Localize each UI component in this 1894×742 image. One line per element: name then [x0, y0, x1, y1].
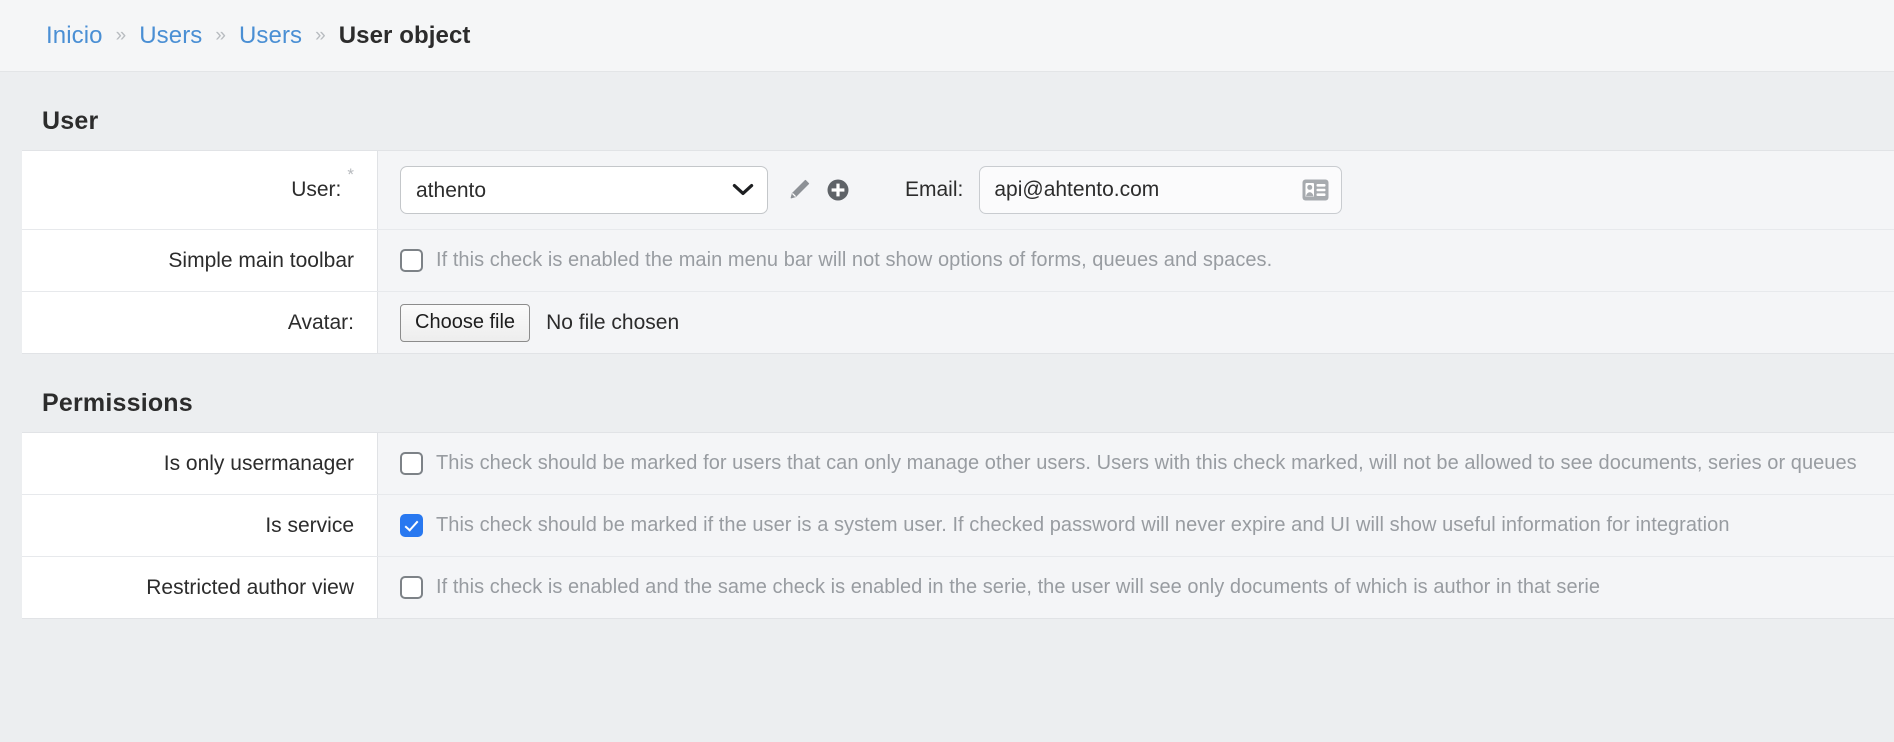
- page-content: User User: * athento Email: api@ahtento.…: [0, 72, 1894, 619]
- add-user-button[interactable]: [826, 178, 850, 202]
- email-field-wrapper: [979, 166, 1343, 214]
- form-row-avatar: Avatar: Choose file No file chosen: [22, 292, 1894, 353]
- form-control-is-service: This check should be marked if the user …: [378, 495, 1894, 556]
- form-control-user: athento Email: api@ahtento.com: [378, 151, 1894, 229]
- checkbox-restricted-author-view[interactable]: [400, 576, 423, 599]
- form-control-simple-main-toolbar: If this check is enabled the main menu b…: [378, 230, 1894, 291]
- form-label-avatar-text: Avatar:: [287, 310, 354, 334]
- form-row-is-service: Is service This check should be marked i…: [22, 495, 1894, 557]
- breadcrumb-item-users-1[interactable]: Users: [139, 22, 202, 50]
- contact-card-icon[interactable]: [1302, 179, 1329, 201]
- plus-circle-icon: [826, 178, 850, 202]
- edit-user-button[interactable]: [786, 177, 812, 203]
- pencil-icon: [786, 177, 812, 203]
- breadcrumb-separator: »: [115, 25, 127, 46]
- help-text-simple-main-toolbar: If this check is enabled the main menu b…: [436, 249, 1273, 271]
- breadcrumb-separator: »: [215, 25, 226, 46]
- form-label-is-service: Is service: [22, 495, 378, 556]
- checkbox-line: If this check is enabled and the same ch…: [400, 576, 1600, 599]
- section-title-permissions: Permissions: [42, 389, 193, 417]
- checkbox-is-service[interactable]: [400, 514, 423, 537]
- checkbox-line: If this check is enabled the main menu b…: [400, 249, 1272, 272]
- form-label-avatar: Avatar:: [22, 292, 378, 353]
- breadcrumb-item-users-2[interactable]: Users: [239, 22, 302, 50]
- form-label-user: User: *: [22, 151, 378, 229]
- form-label-user-text: User:: [291, 178, 342, 201]
- help-text-is-service: This check should be marked if the user …: [436, 514, 1730, 536]
- checkbox-line: This check should be marked for users th…: [400, 452, 1857, 475]
- help-text-is-only-usermanager: This check should be marked for users th…: [436, 452, 1857, 474]
- form-control-avatar: Choose file No file chosen: [378, 292, 1894, 353]
- breadcrumb: Inicio » Users » Users » User object: [0, 0, 1894, 72]
- permissions-panel: Is only usermanager This check should be…: [22, 432, 1894, 619]
- breadcrumb-item-inicio[interactable]: Inicio: [46, 22, 103, 50]
- file-status-text: No file chosen: [546, 310, 680, 334]
- form-label-is-only-usermanager: Is only usermanager: [22, 433, 378, 494]
- form-row-simple-main-toolbar: Simple main toolbar If this check is ena…: [22, 230, 1894, 292]
- form-label-restricted-author-view-text: Restricted author view: [146, 575, 354, 599]
- form-label-is-only-usermanager-text: Is only usermanager: [163, 451, 354, 475]
- section-title-user: User: [42, 107, 99, 135]
- form-control-is-only-usermanager: This check should be marked for users th…: [378, 433, 1894, 494]
- form-row-user: User: * athento Email: api@ahtento.com: [22, 151, 1894, 230]
- form-label-restricted-author-view: Restricted author view: [22, 557, 378, 618]
- help-text-restricted-author-view: If this check is enabled and the same ch…: [436, 576, 1600, 598]
- form-label-simple-main-toolbar: Simple main toolbar: [22, 230, 378, 291]
- breadcrumb-item-current: User object: [338, 21, 471, 49]
- email-field[interactable]: [979, 166, 1343, 214]
- email-label: Email:: [905, 178, 964, 201]
- form-row-restricted-author-view: Restricted author view If this check is …: [22, 557, 1894, 618]
- breadcrumb-separator: »: [315, 25, 326, 46]
- user-select[interactable]: athento: [400, 166, 768, 214]
- user-select-wrapper: athento: [400, 166, 768, 214]
- file-input-row: Choose file No file chosen: [400, 303, 680, 342]
- form-label-is-service-text: Is service: [265, 513, 354, 537]
- user-panel: User: * athento Email: api@ahtento.com S…: [22, 150, 1894, 354]
- checkbox-is-only-usermanager[interactable]: [400, 452, 423, 475]
- checkbox-simple-main-toolbar[interactable]: [400, 249, 423, 272]
- required-marker: *: [347, 165, 354, 184]
- form-row-is-only-usermanager: Is only usermanager This check should be…: [22, 433, 1894, 495]
- form-control-restricted-author-view: If this check is enabled and the same ch…: [378, 557, 1894, 618]
- checkbox-line: This check should be marked if the user …: [400, 514, 1730, 537]
- choose-file-button[interactable]: Choose file: [400, 303, 531, 342]
- form-label-simple-main-toolbar-text: Simple main toolbar: [168, 248, 354, 272]
